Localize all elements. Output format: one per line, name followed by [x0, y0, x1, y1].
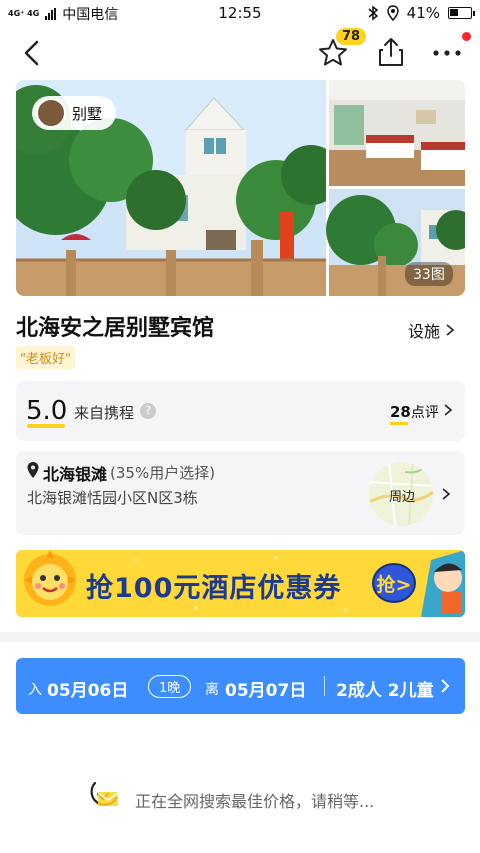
- banner-text: 抢100元酒店优惠券: [86, 573, 342, 604]
- map-label: 周边: [389, 490, 416, 505]
- guest-count[interactable]: 2成人 2儿童: [336, 676, 434, 701]
- battery-icon: [448, 7, 475, 19]
- villa-tag-label: 别墅: [72, 104, 103, 123]
- villa-tag: 别墅: [32, 96, 117, 130]
- date-guest-bar[interactable]: 入 05月06日 1晚 离 05月07日 2成人 2儿童: [16, 658, 465, 714]
- help-icon[interactable]: ?: [140, 403, 156, 419]
- chevron-right-icon: [442, 488, 451, 500]
- review-unit: 点评: [410, 405, 439, 421]
- location-area: 北海银滩: [43, 465, 108, 484]
- photo-count[interactable]: 33图: [405, 262, 453, 286]
- location-pin-icon: [27, 462, 39, 478]
- back-icon[interactable]: [18, 36, 48, 70]
- reviews-underline: [390, 422, 408, 425]
- loading-text: 正在全网搜索最佳价格，请稍等...: [135, 792, 375, 811]
- reviews-link[interactable]: 28点评: [390, 402, 453, 422]
- location-address: 北海银滩恬园小区N区3栋: [27, 489, 198, 507]
- review-count: 28: [390, 403, 411, 421]
- loading-icon: [90, 781, 119, 806]
- rating-score: 5.0: [26, 396, 68, 426]
- status-bar: 4G⁺ 4G 中国电信 12:55 41%: [0, 0, 480, 26]
- notification-dot: [462, 32, 471, 41]
- chevron-right-icon: [446, 324, 455, 336]
- more-icon[interactable]: [432, 48, 462, 58]
- date-bar-separator: [324, 676, 325, 696]
- checkout-date[interactable]: 05月07日: [225, 676, 306, 701]
- facilities-label: 设施: [408, 322, 441, 341]
- tagline-badge: "老板好": [16, 346, 75, 369]
- checkin-date[interactable]: 05月06日: [47, 676, 128, 701]
- checkout-prefix: 离: [205, 682, 219, 698]
- share-icon[interactable]: [376, 36, 406, 68]
- nights-badge: 1晚: [148, 675, 192, 698]
- chevron-right-icon: [441, 679, 450, 693]
- location-icon: [386, 5, 399, 21]
- checkin-prefix: 入: [28, 682, 42, 698]
- banner-grab-button[interactable]: 抢>: [372, 563, 416, 603]
- score-underline: [27, 424, 65, 428]
- bluetooth-icon: [368, 5, 378, 21]
- favorite-count-badge: 78: [336, 28, 367, 45]
- hotel-name: 北海安之居别墅宾馆: [16, 316, 215, 341]
- facilities-link[interactable]: 设施: [408, 318, 455, 342]
- rating-source: 来自携程: [74, 404, 135, 422]
- battery-percent: 41%: [406, 4, 440, 22]
- section-divider: [0, 632, 480, 642]
- chevron-right-icon: [444, 404, 453, 416]
- villa-thumb-icon: [36, 98, 66, 128]
- location-share: (35%用户选择): [110, 464, 216, 482]
